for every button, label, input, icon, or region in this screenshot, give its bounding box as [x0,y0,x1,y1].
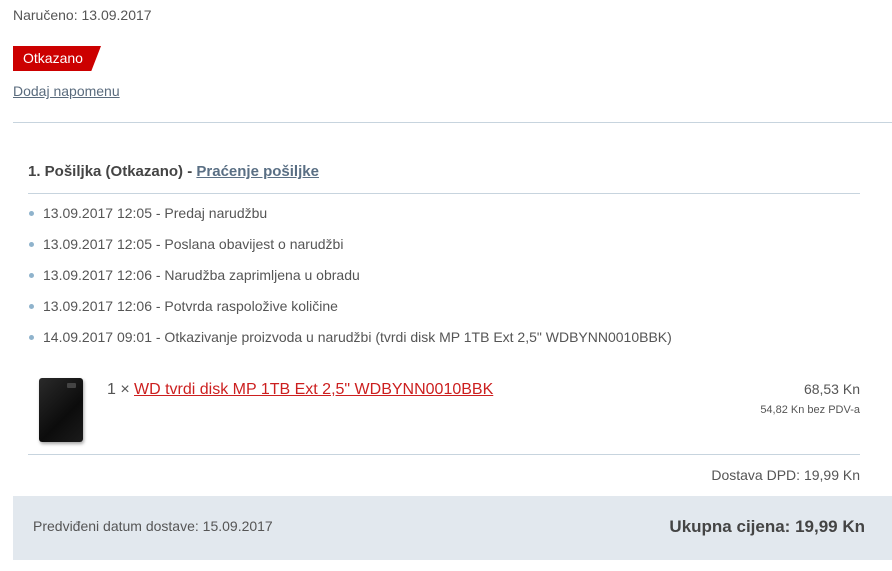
event-item: 13.09.2017 12:05 - Predaj narudžbu [28,205,672,236]
event-text: 14.09.2017 09:01 - Otkazivanje proizvoda… [43,329,672,345]
event-text: 13.09.2017 12:06 - Narudžba zaprimljena … [43,267,360,283]
order-detail-page: Naručeno: 13.09.2017 Otkazano Dodaj napo… [0,0,892,571]
order-date: Naručeno: 13.09.2017 [13,7,152,23]
bullet-icon [29,242,34,247]
add-note-link[interactable]: Dodaj napomenu [13,83,120,99]
shipment-title: 1. Pošiljka (Otkazano) - [28,163,193,180]
bullet-icon [29,273,34,278]
bullet-icon [29,335,34,340]
shipment-heading: 1. Pošiljka (Otkazano) - Praćenje pošilj… [28,163,319,180]
brand-logo-icon [67,383,76,388]
event-item: 13.09.2017 12:06 - Potvrda raspoložive k… [28,298,672,329]
event-item: 13.09.2017 12:06 - Narudžba zaprimljena … [28,267,672,298]
product-image[interactable] [39,378,83,442]
divider [28,454,860,455]
event-item: 14.09.2017 09:01 - Otkazivanje proizvoda… [28,329,672,360]
tracking-link[interactable]: Praćenje pošiljke [196,163,319,180]
status-badge: Otkazano [13,46,101,71]
event-text: 13.09.2017 12:05 - Predaj narudžbu [43,205,268,221]
order-total: Ukupna cijena: 19,99 Kn [669,517,865,536]
bullet-icon [29,211,34,216]
divider [13,122,892,123]
shipping-cost: Dostava DPD: 19,99 Kn [711,467,860,483]
item-quantity: 1 × [107,381,130,398]
event-item: 13.09.2017 12:05 - Poslana obavijest o n… [28,236,672,267]
shipment-event-list: 13.09.2017 12:05 - Predaj narudžbu 13.09… [28,205,672,360]
item-price: 68,53 Kn [803,381,860,397]
item-price-net: 54,82 Kn bez PDV-a [760,404,860,416]
order-summary-bar: Predviđeni datum dostave: 15.09.2017 Uku… [13,496,892,560]
event-text: 13.09.2017 12:05 - Poslana obavijest o n… [43,236,344,252]
divider [28,193,860,194]
bullet-icon [29,304,34,309]
product-link[interactable]: WD tvrdi disk MP 1TB Ext 2,5" WDBYNN0010… [134,381,493,399]
estimated-delivery-date: Predviđeni datum dostave: 15.09.2017 [33,518,273,534]
event-text: 13.09.2017 12:06 - Potvrda raspoložive k… [43,298,338,314]
